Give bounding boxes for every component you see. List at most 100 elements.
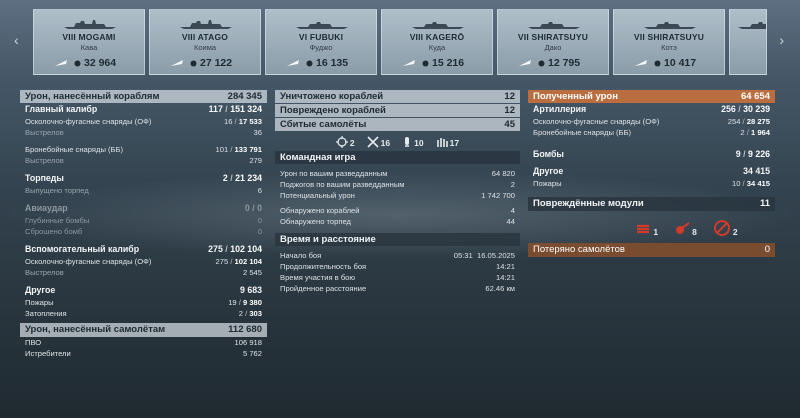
row-value: 5 762 xyxy=(242,349,262,358)
row-value: 9 683 xyxy=(239,285,262,295)
row-value: 0 xyxy=(257,227,262,236)
ship-name: VII SHIRATSUYU xyxy=(517,32,589,42)
damage-icon xyxy=(74,60,81,67)
row-value: 101 / 133 791 xyxy=(215,145,262,154)
row-label: Главный калибр xyxy=(25,104,98,114)
row-label: Уничтожено кораблей xyxy=(280,91,384,102)
row-value: 2 / 303 xyxy=(238,309,262,318)
ship-damage-value: 27 122 xyxy=(200,57,233,69)
ship-silhouette-icon xyxy=(644,22,696,29)
ship-card[interactable]: VII SHIRATSUYU Дако 12 795 xyxy=(497,9,609,75)
section-title: Потеряно самолётов xyxy=(533,244,625,255)
row-value: 44 xyxy=(506,217,515,226)
ship-card[interactable]: VII SHIRATSUYU Котэ 10 417 xyxy=(613,9,725,75)
row-label: Выстрелов xyxy=(25,128,64,137)
row-label: Затопления xyxy=(25,309,67,318)
damage-dealt-panel: Урон, нанесённый кораблям 284 345 Главны… xyxy=(20,90,267,359)
ship-class-icon xyxy=(287,60,299,66)
main-ap-row: Бронебойные снаряды (ББ) 101 / 133 791 xyxy=(20,144,267,155)
row-value: 0 xyxy=(257,216,262,225)
planes-damage-total: 112 680 xyxy=(228,324,262,335)
row-value: 1 742 700 xyxy=(481,191,515,200)
ship-card-partial[interactable] xyxy=(729,9,767,75)
row-value: 14:21 xyxy=(495,273,515,282)
damage-received-panel: Полученный урон 64 654 Артиллерия 256 / … xyxy=(528,90,775,257)
row-value: 34 415 xyxy=(743,166,770,176)
row-label: Осколочно-фугасные снаряды (ОФ) xyxy=(25,117,152,126)
crosshair-icon xyxy=(335,136,348,148)
ship-class-icon xyxy=(171,60,183,66)
module-count: 8 xyxy=(692,227,697,237)
row-label: Пожары xyxy=(25,298,54,307)
row-value: 6 xyxy=(257,186,262,195)
module-item: 2 xyxy=(713,219,738,237)
main-ap-shots-row: Выстрелов 279 xyxy=(20,155,267,166)
row-label: Продолжительность боя xyxy=(280,262,367,271)
player-name: Фуджо xyxy=(309,43,333,52)
row-label: Бомбы xyxy=(533,149,564,159)
row-label: Потенциальный урон xyxy=(280,191,355,200)
received-title: Полученный урон xyxy=(533,91,618,102)
received-artillery-row: Артиллерия 256 / 30 239 xyxy=(528,103,775,116)
row-value: 106 918 xyxy=(234,338,262,347)
row-label: Время участия в бою xyxy=(280,273,356,282)
row-label: Сброшено бомб xyxy=(25,227,83,236)
received-he-row: Осколочно-фугасные снаряды (ОФ) 254 / 28… xyxy=(528,116,775,127)
damage-dealt-total: 284 345 xyxy=(227,91,262,102)
planes-damage-title: Урон, нанесённый самолётам xyxy=(25,324,166,335)
module-item: 8 xyxy=(674,219,697,237)
ship-carousel: ‹ VIII MOGAMI Кава 32 964 VIII ATAGO Кои… xyxy=(0,0,800,84)
torpedo-fired-row: Выпущено торпед 6 xyxy=(20,185,267,196)
damage-dealt-title: Урон, нанесённый кораблям xyxy=(25,91,160,102)
spotted-ships-row: Обнаружено кораблей 4 xyxy=(275,205,520,216)
team-play-header: Командная игра xyxy=(275,151,520,164)
ribbon-item: 17 xyxy=(436,136,459,148)
time-distance-header: Время и расстояние xyxy=(275,233,520,246)
row-value: 279 xyxy=(249,156,262,165)
section-total: 0 xyxy=(764,244,770,255)
ship-silhouette-icon xyxy=(296,22,348,29)
battle-start-row: Начало боя 05:31 16.05.2025 xyxy=(275,250,520,261)
row-value: 12 xyxy=(504,105,515,116)
row-label: Урон по вашим разведданным xyxy=(280,169,388,178)
ship-card[interactable]: VI FUBUKI Фуджо 16 135 xyxy=(265,9,377,75)
row-label: Пройденное расстояние xyxy=(280,284,367,293)
ship-damage-value: 16 135 xyxy=(316,57,349,69)
ship-card[interactable]: VIII MOGAMI Кава 32 964 xyxy=(33,9,145,75)
row-label: Вспомогательный калибр xyxy=(25,244,140,254)
row-label: Сбитые самолёты xyxy=(280,119,367,130)
ship-name: VIII ATAGO xyxy=(181,32,229,42)
module-count: 1 xyxy=(653,227,659,237)
row-label: Выстрелов xyxy=(25,156,64,165)
damage-dealt-header: Урон, нанесённый кораблям 284 345 xyxy=(20,90,267,103)
kills-panel: Уничтожено кораблей 12 Повреждено корабл… xyxy=(275,90,520,294)
main-battery-row: Главный калибр 117 / 151 324 xyxy=(20,103,267,116)
row-label: Бронебойные снаряды (ББ) xyxy=(533,128,632,137)
row-value: 12 xyxy=(504,91,515,102)
ribbon-item: 16 xyxy=(367,136,390,148)
secondary-he-row: Осколочно-фугасные снаряды (ОФ) 275 / 10… xyxy=(20,256,267,267)
row-value: 45 xyxy=(504,119,515,130)
fires-row: Пожары 19 / 9 380 xyxy=(20,297,267,308)
ship-class-icon xyxy=(635,60,647,66)
module-icons: 1 8 2 xyxy=(528,211,775,243)
depth-charge-row: Глубинные бомбы 0 xyxy=(20,215,267,226)
ship-name: VIII MOGAMI xyxy=(62,32,116,42)
ship-card[interactable]: VIII ATAGO Коима 27 122 xyxy=(149,9,261,75)
section-title: Повреждённые модули xyxy=(533,198,644,209)
row-value: 19 / 9 380 xyxy=(228,298,262,307)
player-name: Коима xyxy=(193,43,217,52)
row-label: Выпущено торпед xyxy=(25,186,89,195)
carousel-prev-button[interactable]: ‹ xyxy=(14,32,19,48)
row-value: 2 / 21 234 xyxy=(222,173,262,183)
row-value: 275 / 102 104 xyxy=(208,244,262,254)
row-label: Торпеды xyxy=(25,173,64,183)
ribbon-count: 16 xyxy=(380,138,391,148)
carousel-next-button[interactable]: › xyxy=(779,32,784,48)
row-value: 14:21 xyxy=(495,262,515,271)
row-value: 9 / 9 226 xyxy=(735,149,770,159)
battle-duration-row: Продолжительность боя 14:21 xyxy=(275,261,520,272)
row-label: Осколочно-фугасные снаряды (ОФ) xyxy=(533,117,660,126)
ship-card[interactable]: VIII KAGERŌ Куда 15 216 xyxy=(381,9,493,75)
modules-header: Повреждённые модули 11 xyxy=(528,197,775,211)
